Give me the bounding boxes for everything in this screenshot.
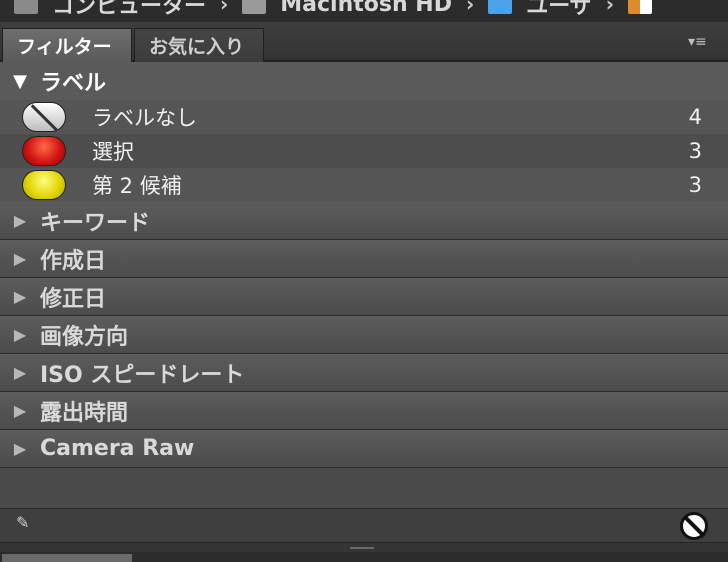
section-title: キーワード <box>40 210 151 236</box>
section-label-title: ラベル <box>40 71 107 96</box>
section-title: 画像方向 <box>40 324 129 350</box>
next-panel-tab-bar <box>0 552 728 562</box>
filter-row-select[interactable]: 選択 3 <box>0 134 728 168</box>
panel-tab-bar: フィルター お気に入り ▾≡ <box>0 22 728 62</box>
panel-empty-area <box>0 468 728 508</box>
section-iso[interactable]: ▶ ISO スピードレート <box>0 354 728 392</box>
section-title: 修正日 <box>40 286 107 312</box>
section-date-modified[interactable]: ▶ 修正日 <box>0 278 728 316</box>
filter-row-count: 3 <box>688 173 702 197</box>
breadcrumb-item-computer[interactable]: コンピューター <box>52 0 206 20</box>
home-icon[interactable] <box>628 0 653 14</box>
tab-filter-label: フィルター <box>17 36 112 58</box>
breadcrumb-item-users[interactable]: ユーザ <box>526 0 592 20</box>
section-date-created[interactable]: ▶ 作成日 <box>0 240 728 278</box>
tab-filter[interactable]: フィルター <box>2 28 132 62</box>
tab-favorites-label: お気に入り <box>149 36 245 58</box>
filter-row-count: 4 <box>688 105 702 129</box>
section-exposure[interactable]: ▶ 露出時間 <box>0 392 728 430</box>
panel-resize-handle[interactable] <box>0 542 728 552</box>
section-camera-raw[interactable]: ▶ Camera Raw <box>0 430 728 468</box>
disclosure-closed-icon[interactable]: ▶ <box>0 401 40 420</box>
filter-row-label: 第 2 候補 <box>92 174 182 198</box>
yellow-label-swatch-icon <box>22 170 66 200</box>
next-panel-tab[interactable] <box>2 554 132 562</box>
filter-panel: ▼ ラベル ラベルなし 4 選択 3 第 2 候補 3 ▶ キーワード ▶ 作成… <box>0 62 728 508</box>
disclosure-closed-icon[interactable]: ▶ <box>0 363 40 382</box>
disk-icon <box>242 0 267 14</box>
filter-row-label: 選択 <box>92 140 134 164</box>
section-title: ISO スピードレート <box>40 362 245 388</box>
disclosure-closed-icon[interactable]: ▶ <box>0 249 40 268</box>
section-label[interactable]: ▼ ラベル <box>0 62 728 100</box>
section-title: Camera Raw <box>40 436 195 461</box>
breadcrumb-item-macintosh-hd[interactable]: Macintosh HD <box>280 0 452 17</box>
section-orientation[interactable]: ▶ 画像方向 <box>0 316 728 354</box>
folder-blue-icon <box>488 0 513 14</box>
disclosure-closed-icon[interactable]: ▶ <box>0 325 40 344</box>
tab-favorites[interactable]: お気に入り <box>134 28 264 62</box>
filter-row-label: ラベルなし <box>92 106 197 130</box>
filter-row-second[interactable]: 第 2 候補 3 <box>0 168 728 202</box>
disclosure-closed-icon[interactable]: ▶ <box>0 211 40 230</box>
panel-menu-icon[interactable]: ▾≡ <box>688 34 718 54</box>
clear-filter-icon[interactable] <box>680 512 708 540</box>
filter-row-no-label[interactable]: ラベルなし 4 <box>0 100 728 134</box>
chevron-right-icon: › <box>605 0 615 16</box>
filter-row-count: 3 <box>688 139 702 163</box>
disclosure-closed-icon[interactable]: ▶ <box>0 287 40 306</box>
panel-bottom-toolbar: ✎ <box>0 508 728 542</box>
no-label-swatch-icon <box>22 102 66 132</box>
disclosure-open-icon[interactable]: ▼ <box>0 71 40 92</box>
red-label-swatch-icon <box>22 136 66 166</box>
folder-icon <box>14 0 38 14</box>
section-keyword[interactable]: ▶ キーワード <box>0 202 728 240</box>
section-title: 露出時間 <box>40 400 129 426</box>
disclosure-closed-icon[interactable]: ▶ <box>0 439 40 458</box>
chevron-right-icon: › <box>465 0 475 16</box>
pin-icon[interactable]: ✎ <box>16 513 38 535</box>
section-title: 作成日 <box>40 248 107 274</box>
chevron-right-icon: › <box>220 0 229 16</box>
breadcrumb: コンピューター › Macintosh HD › ユーザ › <box>0 0 728 22</box>
